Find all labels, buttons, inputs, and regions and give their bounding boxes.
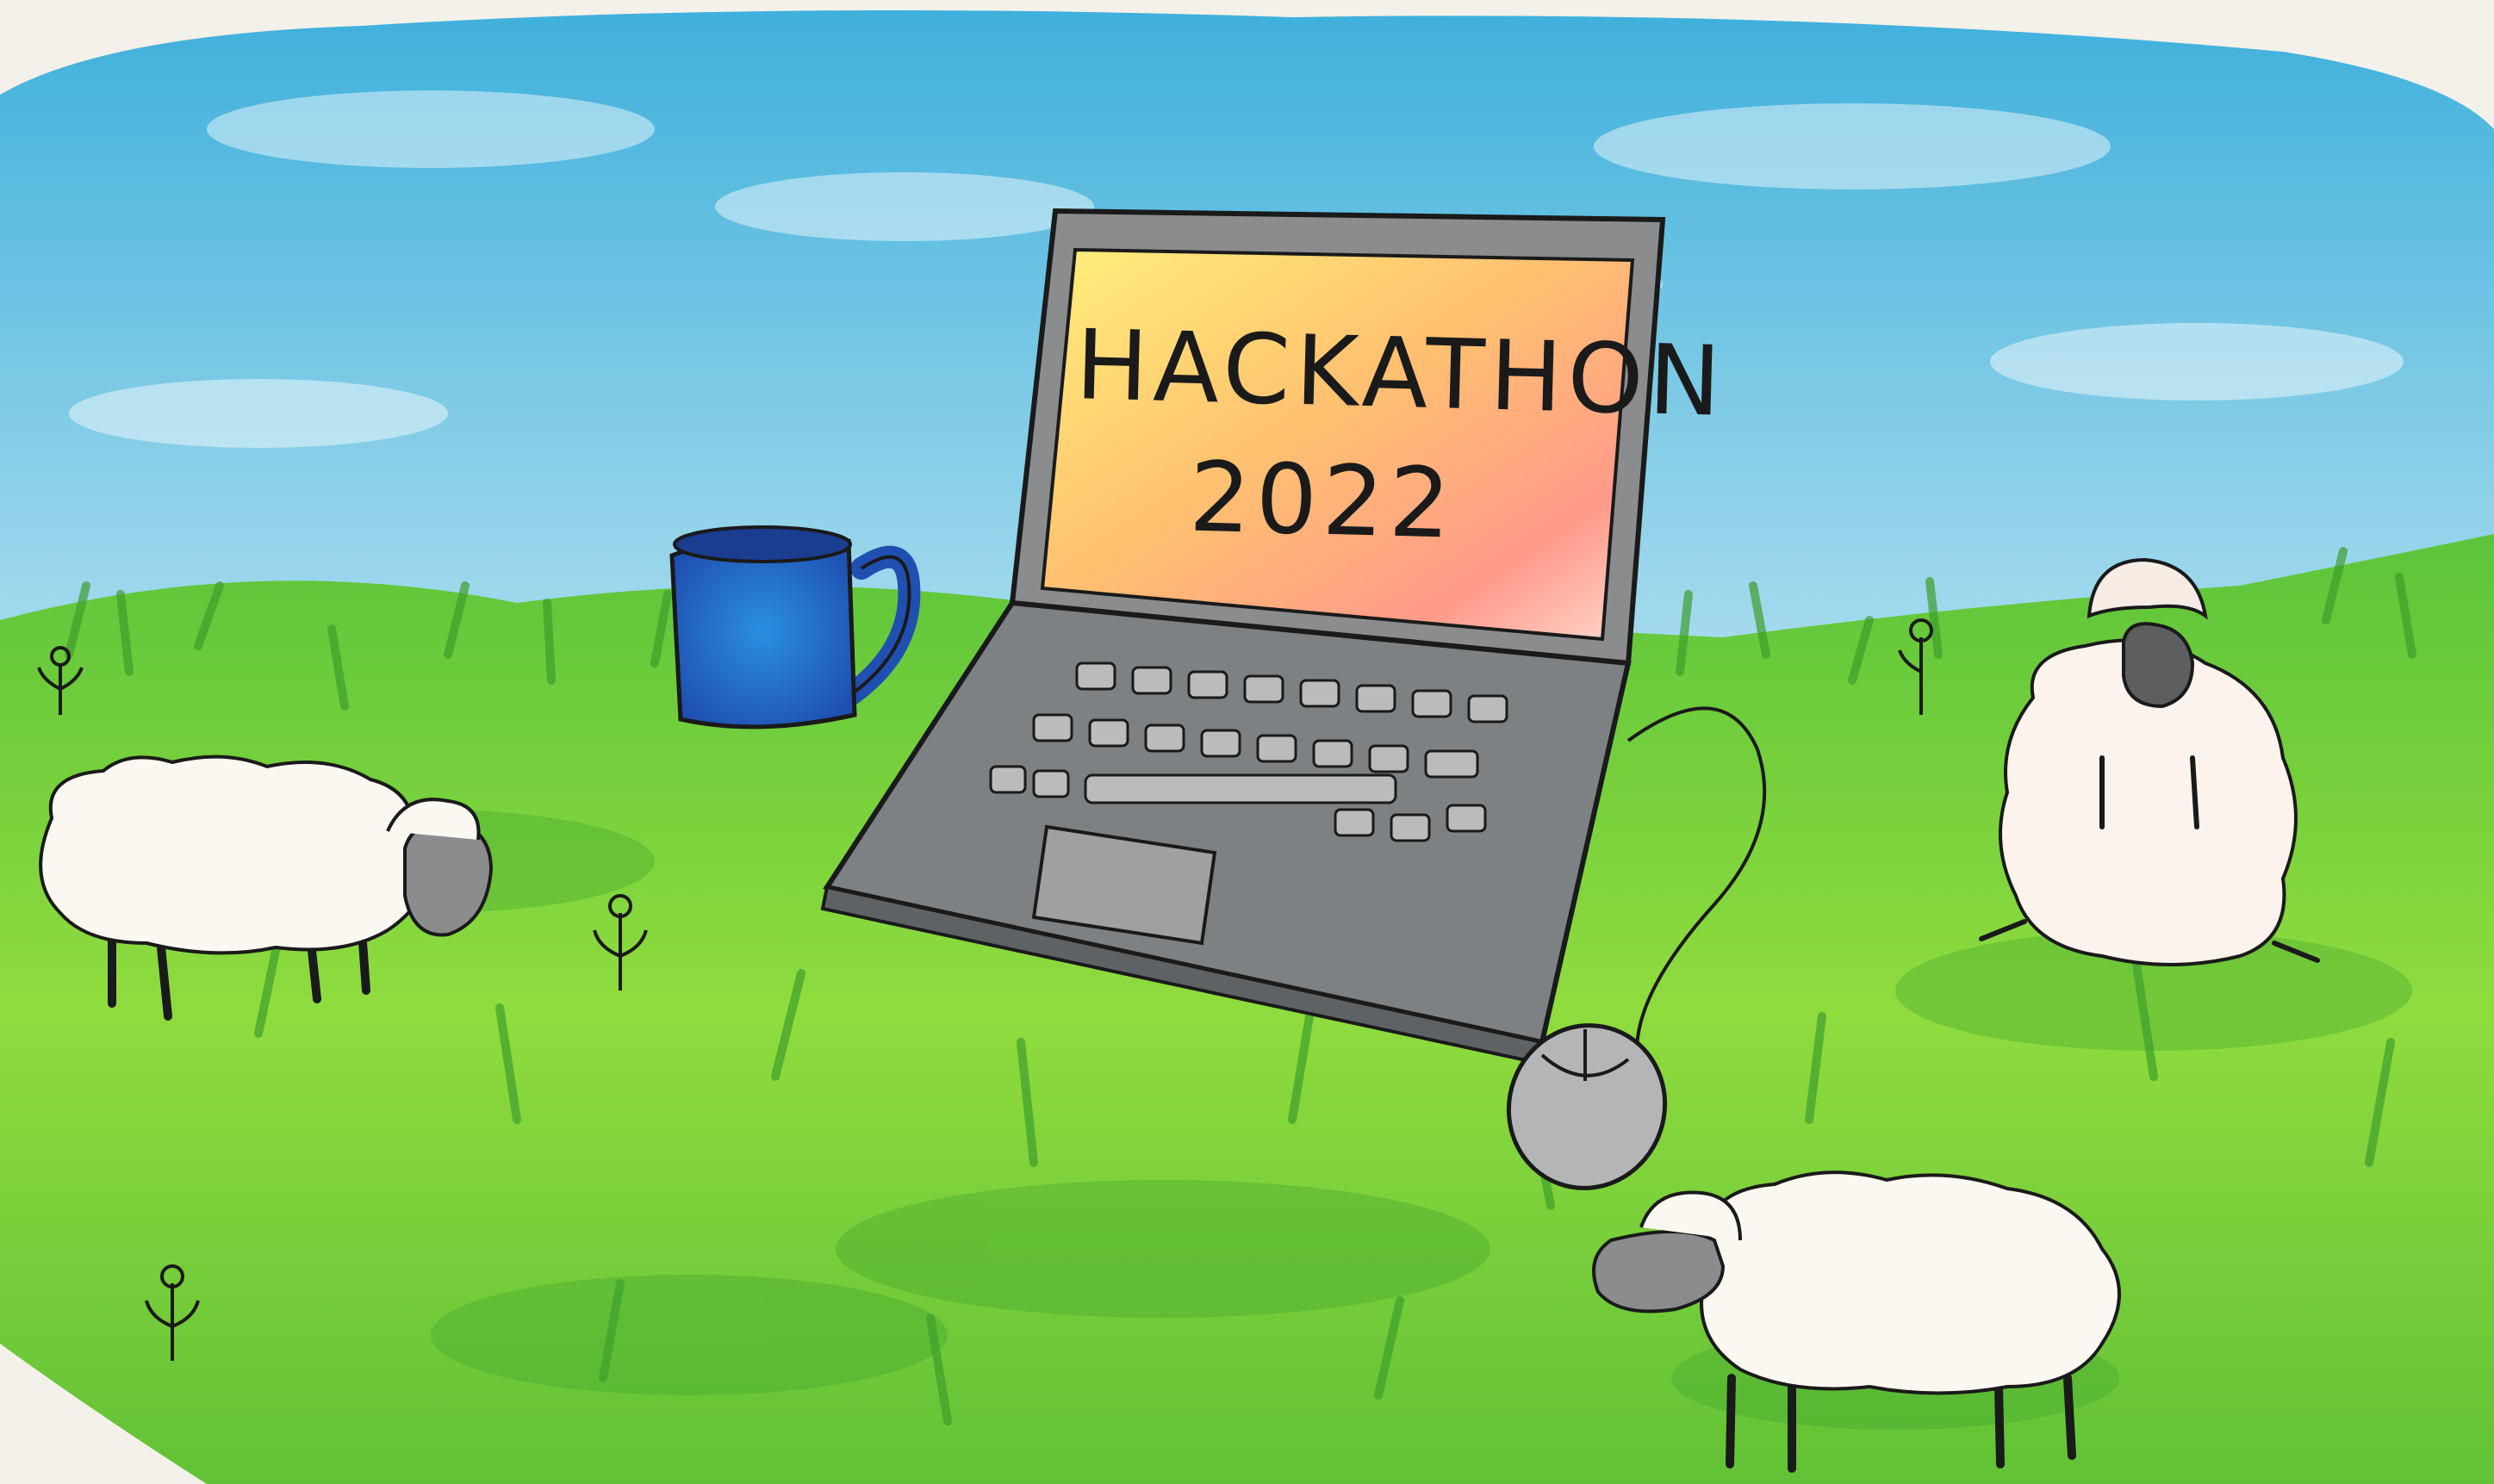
watercolor-scene: HACKATHON 2022	[0, 0, 2494, 1484]
laptop-screen	[1040, 247, 1635, 642]
screen-text-title: HACKATHON	[1074, 309, 1727, 438]
screen-text-year: 2022	[1188, 442, 1457, 561]
